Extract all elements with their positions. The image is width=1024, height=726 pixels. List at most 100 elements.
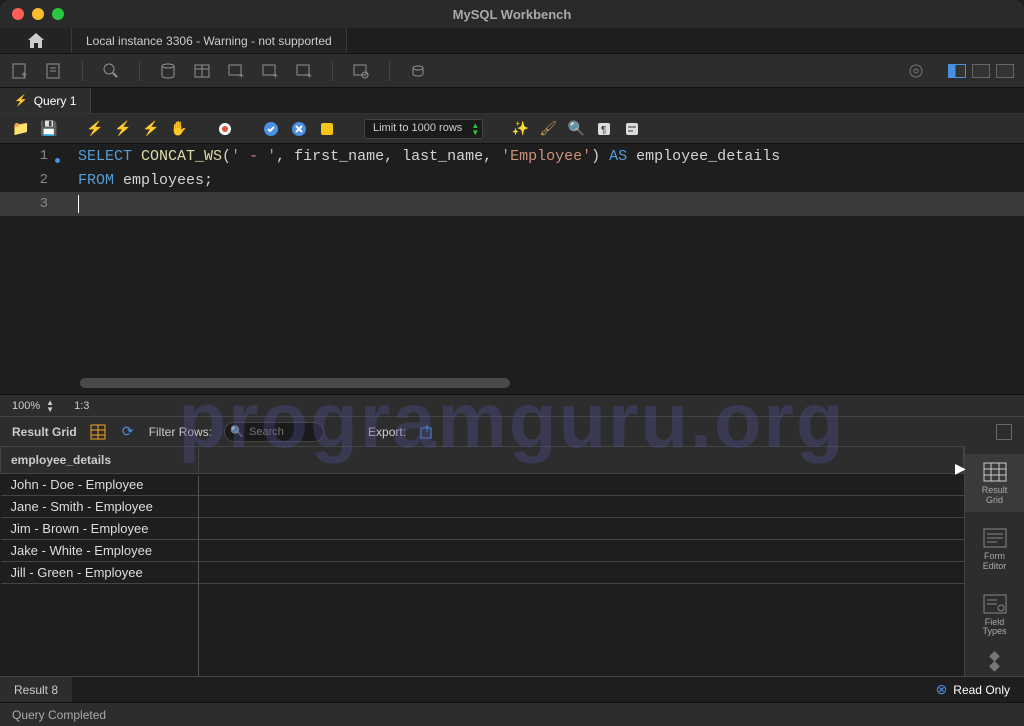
left-panel-toggle[interactable] [948,64,966,78]
cursor-position: 1:3 [74,400,89,412]
result-side-panel: ▶ Result Grid Form Editor Field Types ◆◆ [964,446,1024,676]
home-icon [27,33,45,49]
readonly-indicator: ⊗ Read Only [922,677,1024,702]
grid-view-icon[interactable] [89,423,107,441]
result-tabs: Result 8 ⊗ Read Only [0,676,1024,702]
result-grid-mode[interactable]: ▶ Result Grid [965,454,1024,512]
stop-icon[interactable]: ✋ [170,120,188,138]
cell-empty [199,474,964,496]
cell-empty [199,562,964,584]
result-grid[interactable]: employee_details John - Doe - EmployeeJa… [0,446,964,676]
zoom-select[interactable]: 100%▲▼ [12,399,54,413]
result-tab[interactable]: Result 8 [0,677,72,702]
search-icon: 🔍 [230,425,244,438]
table-row[interactable]: John - Doe - Employee [1,474,964,496]
cell[interactable]: Jim - Brown - Employee [1,518,199,540]
gear-icon[interactable] [906,61,926,81]
open-sql-icon[interactable] [44,61,64,81]
add-view-icon[interactable]: + [260,61,280,81]
inspector-icon[interactable] [101,61,121,81]
open-file-icon[interactable]: 📁 [12,120,30,138]
code-line-3 [60,195,79,213]
table-row[interactable]: Jim - Brown - Employee [1,518,964,540]
lightning-icon: ⚡ [14,94,28,107]
expand-toggle[interactable]: ◆◆ [989,651,1000,671]
app-title: MySQL Workbench [453,7,572,22]
svg-text:+: + [21,70,27,80]
bottom-panel-toggle[interactable] [972,64,990,78]
maximize-window-button[interactable] [52,8,64,20]
readonly-label: Read Only [953,683,1010,697]
new-sql-tab-icon[interactable]: + [10,61,30,81]
column-separator[interactable] [198,476,199,676]
separator [389,61,390,81]
find-icon[interactable]: 🔍 [567,120,585,138]
export-label: Export: [368,425,406,439]
form-icon [981,526,1009,550]
readonly-icon: ⊗ [936,681,948,698]
limit-select[interactable]: Limit to 1000 rows▲▼ [364,119,483,139]
autocommit-icon[interactable] [318,120,336,138]
column-header[interactable]: employee_details [1,447,199,474]
rollback-icon[interactable] [290,120,308,138]
result-area: employee_details John - Doe - EmployeeJa… [0,446,1024,676]
explain-icon[interactable]: ⚡ [142,120,160,138]
add-table-icon[interactable]: + [226,61,246,81]
wrap-cell-toggle[interactable] [996,424,1012,440]
filter-label: Filter Rows: [149,425,212,439]
editor-scrollbar[interactable] [80,378,510,388]
code-line-2: FROM employees; [60,172,213,189]
commit-icon[interactable] [262,120,280,138]
line-number: 2 [0,172,60,188]
active-indicator-icon: ▶ [955,460,966,477]
query-tab[interactable]: ⚡ Query 1 [0,88,91,113]
table-row[interactable]: Jake - White - Employee [1,540,964,562]
svg-text:+: + [239,71,244,80]
editor-toolbar: 📁 💾 ⚡ ⚡ ⚡ ✋ Limit to 1000 rows▲▼ ✨ 🖌 🔍 ¶ [0,114,1024,144]
table-row[interactable]: Jill - Green - Employee [1,562,964,584]
status-text: Query Completed [12,708,106,722]
line-number: 3 [0,196,60,212]
connection-tab[interactable]: Local instance 3306 - Warning - not supp… [72,28,347,53]
add-routine-icon[interactable]: + [294,61,314,81]
grid-icon [981,460,1009,484]
no-limit-icon[interactable] [216,120,234,138]
cell[interactable]: Jake - White - Employee [1,540,199,562]
window-controls [12,8,64,20]
cell[interactable]: John - Doe - Employee [1,474,199,496]
status-footer: Query Completed [0,702,1024,726]
export-icon[interactable] [418,423,436,441]
reconnect-icon[interactable] [408,61,428,81]
titlebar: MySQL Workbench [0,0,1024,28]
wrap-icon[interactable] [623,120,641,138]
invisible-chars-icon[interactable]: ¶ [595,120,613,138]
execute-current-icon[interactable]: ⚡ [114,120,132,138]
close-window-button[interactable] [12,8,24,20]
refresh-icon[interactable]: ⟳ [119,423,137,441]
cell[interactable]: Jill - Green - Employee [1,562,199,584]
table-row[interactable]: Jane - Smith - Employee [1,496,964,518]
db-icon[interactable] [158,61,178,81]
home-tab[interactable] [0,28,72,53]
cell-empty [199,540,964,562]
brush-icon[interactable]: 🖌 [539,120,557,138]
save-file-icon[interactable]: 💾 [40,120,58,138]
separator [82,61,83,81]
cell[interactable]: Jane - Smith - Employee [1,496,199,518]
table-icon[interactable] [192,61,212,81]
sql-editor[interactable]: 1 SELECT CONCAT_WS(' - ', first_name, la… [0,144,1024,394]
connection-tabs: Local instance 3306 - Warning - not supp… [0,28,1024,54]
beautify-icon[interactable]: ✨ [511,120,529,138]
svg-text:+: + [273,71,278,80]
result-toolbar: Result Grid ⟳ Filter Rows: 🔍 Export: [0,416,1024,446]
search-table-icon[interactable] [351,61,371,81]
execute-icon[interactable]: ⚡ [86,120,104,138]
right-panel-toggle[interactable] [996,64,1014,78]
separator [332,61,333,81]
line-number: 1 [0,148,60,164]
form-editor-mode[interactable]: Form Editor [965,520,1024,578]
cell-empty [199,518,964,540]
minimize-window-button[interactable] [32,8,44,20]
svg-text:¶: ¶ [601,125,606,136]
field-types-mode[interactable]: Field Types [965,586,1024,644]
